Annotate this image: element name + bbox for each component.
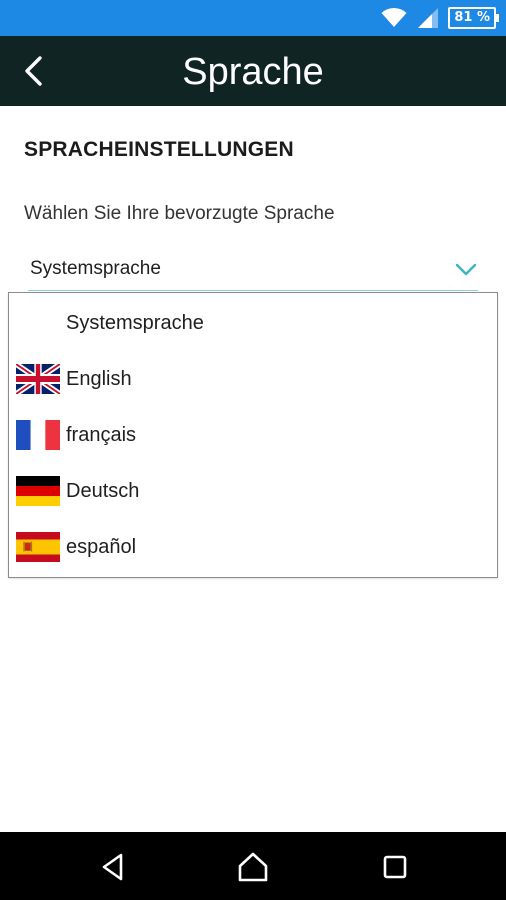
- germany-flag-icon: [16, 476, 60, 506]
- option-espanol[interactable]: español: [9, 519, 497, 575]
- page-title: Sprache: [182, 51, 324, 93]
- option-label: français: [66, 424, 137, 446]
- option-english[interactable]: English: [9, 351, 497, 407]
- language-spinner[interactable]: Systemsprache: [28, 250, 478, 291]
- language-dropdown: Systemsprache English français Deutsch e…: [8, 292, 498, 578]
- status-bar: 81 %: [0, 0, 506, 36]
- spinner-selected-value: Systemsprache: [30, 258, 161, 279]
- app-bar: Sprache: [0, 36, 506, 106]
- language-field-label: Wählen Sie Ihre bevorzugte Sprache: [24, 203, 335, 224]
- back-triangle-icon[interactable]: [96, 850, 130, 884]
- option-label: English: [66, 368, 132, 390]
- back-arrow-icon: [25, 56, 42, 86]
- section-title: SPRACHEINSTELLUNGEN: [24, 138, 294, 161]
- recents-icon[interactable]: [378, 850, 412, 884]
- back-button[interactable]: [18, 50, 58, 92]
- spain-flag-icon: [16, 532, 60, 562]
- system-nav-bar: [0, 832, 506, 900]
- chevron-down-icon: [455, 263, 477, 276]
- france-flag-icon: [16, 420, 60, 450]
- wifi-icon: [381, 7, 407, 27]
- option-label: Deutsch: [66, 480, 140, 502]
- uk-flag-icon: [16, 364, 60, 394]
- option-francais[interactable]: français: [9, 407, 497, 463]
- option-deutsch[interactable]: Deutsch: [9, 463, 497, 519]
- status-icons: 81 %: [380, 6, 499, 30]
- battery-percent: 81 %: [454, 10, 490, 25]
- home-icon[interactable]: [236, 850, 270, 884]
- signal-icon: [418, 8, 439, 28]
- option-systemsprache[interactable]: Systemsprache: [9, 295, 497, 351]
- option-label: Systemsprache: [66, 312, 204, 334]
- option-label: español: [66, 536, 137, 558]
- battery-icon: 81 %: [448, 7, 499, 29]
